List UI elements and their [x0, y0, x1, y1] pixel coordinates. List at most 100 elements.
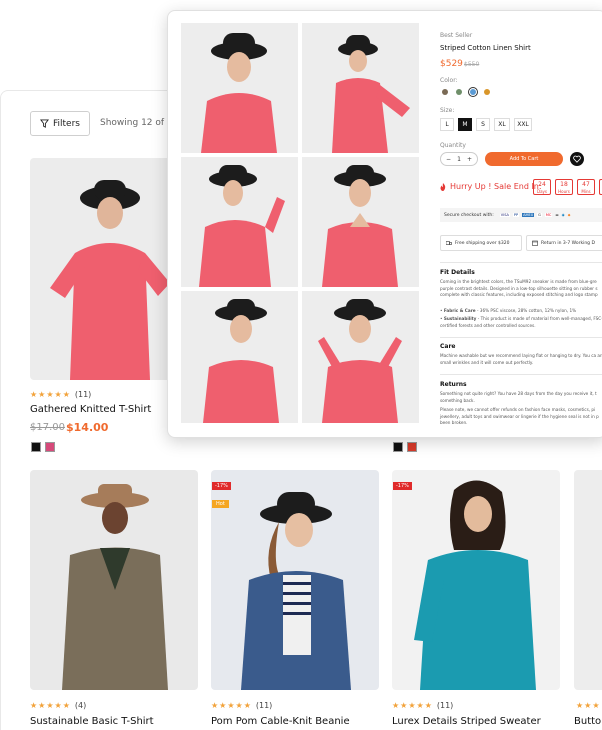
hurry-text: Hurry Up ! Sale End In: — [450, 182, 542, 191]
fit-bullet-sustainability: • Sustainability - This product is made … — [440, 316, 602, 328]
secure-checkout: Secure checkout with: VISA PP AMEX G MC … — [440, 208, 602, 222]
add-to-cart-button[interactable]: Add To Cart — [485, 152, 563, 166]
countdown-days: 24 Days — [533, 179, 551, 195]
color-swatch-1[interactable] — [442, 89, 448, 95]
product-image-5[interactable] — [574, 470, 602, 690]
care-heading: Care — [440, 343, 456, 350]
gallery-image-5[interactable] — [181, 291, 298, 423]
product-name-5[interactable]: Button — [574, 716, 602, 727]
gallery-image-1[interactable] — [181, 23, 298, 153]
returns-text-1: Something not quite right? You have 28 d… — [440, 391, 597, 403]
mastercard-icon: MC — [544, 213, 553, 217]
model-photo — [241, 492, 351, 690]
visa-icon: VISA — [499, 213, 510, 217]
return-box: Return in 3-7 Working D — [526, 235, 602, 251]
fit-details-text: Coming in the brightest colors, the TSuM… — [440, 279, 598, 297]
product-name-2[interactable]: Sustainable Basic T-Shirt — [30, 716, 154, 727]
hurry-banner: Hurry Up ! Sale End In: — [440, 182, 542, 191]
divider — [440, 337, 602, 338]
qty-value: 1 — [457, 155, 461, 163]
product-rating-2: ★★★★★ (4) — [30, 701, 87, 710]
fit-details-heading: Fit Details — [440, 269, 475, 276]
returns-text-2: Please note, we cannot offer refunds on … — [440, 407, 599, 425]
filter-icon — [40, 119, 49, 128]
product-rating-1: ★★★★★ (11) — [30, 390, 92, 399]
gallery-image-6[interactable] — [302, 291, 419, 423]
qty-plus-button[interactable]: + — [467, 156, 472, 163]
filters-label: Filters — [53, 118, 80, 129]
countdown-hours: 18 Hours — [555, 179, 573, 195]
product-rating-3: ★★★★★ (11) — [211, 701, 273, 710]
model-photo — [332, 35, 410, 153]
product-price-1: $14.00 — [66, 421, 109, 434]
product-image-4[interactable] — [392, 470, 560, 690]
model-photo — [62, 484, 168, 690]
gallery-image-4[interactable] — [302, 157, 419, 287]
product-rating-5: ★★★ — [576, 701, 601, 710]
showing-count: Showing 12 of 5 — [100, 118, 173, 128]
color-swatch-2[interactable] — [456, 89, 462, 95]
product-image-3[interactable] — [211, 470, 379, 690]
model-photo — [201, 33, 277, 153]
product-badge: Best Seller — [440, 32, 473, 39]
diners-icon: ◉ — [561, 213, 565, 217]
product-name-4[interactable]: Lurex Details Striped Sweater — [392, 716, 541, 727]
card-icon: ▬ — [555, 213, 559, 217]
swatch-red-2[interactable] — [407, 442, 417, 452]
product-old-price: $550 — [464, 61, 480, 68]
gpay-icon: G — [537, 213, 542, 217]
heart-icon — [573, 155, 581, 163]
qty-minus-button[interactable]: − — [446, 156, 451, 163]
color-swatch-3[interactable] — [468, 87, 478, 97]
product-name-1[interactable]: Gathered Knitted T-Shirt — [30, 404, 151, 415]
product-gallery — [181, 23, 419, 423]
return-text: Return in 3-7 Working D — [541, 240, 595, 246]
secure-text: Secure checkout with: — [444, 212, 494, 218]
free-shipping-box: Free shipping over $320 — [440, 235, 522, 251]
swatch-black-2[interactable] — [393, 442, 403, 452]
color-swatch-4[interactable] — [484, 89, 490, 95]
color-label: Color: — [440, 77, 458, 84]
fit-bullet-fabric: • Fabric & Care - 36% PSC viscose, 28% c… — [440, 308, 577, 313]
truck-icon — [446, 240, 452, 245]
care-text: Machine washable but we recommend laying… — [440, 353, 602, 365]
model-photo — [203, 299, 279, 423]
quantity-stepper[interactable]: − 1 + — [440, 152, 478, 166]
paypal-icon: PP — [512, 213, 520, 217]
fire-icon — [440, 182, 446, 191]
gallery-image-2[interactable] — [302, 23, 419, 153]
wishlist-button[interactable] — [570, 152, 584, 166]
sale-badge: -17% — [212, 482, 231, 490]
product-price: $529 — [440, 59, 463, 69]
size-label: Size: — [440, 107, 455, 114]
color-dot — [470, 89, 476, 95]
sale-badge: -17% — [393, 482, 412, 490]
size-xxl[interactable]: XXL — [514, 118, 532, 131]
product-rating-4: ★★★★★ (11) — [392, 701, 454, 710]
divider — [440, 262, 602, 263]
model-photo — [199, 165, 285, 287]
model-photo — [322, 165, 398, 287]
free-shipping-text: Free shipping over $320 — [455, 240, 510, 246]
product-name-3[interactable]: Pom Pom Cable-Knit Beanie — [211, 716, 350, 727]
swatch-black[interactable] — [31, 442, 41, 452]
gallery-image-3[interactable] — [181, 157, 298, 287]
size-l[interactable]: L — [440, 118, 454, 131]
divider — [440, 374, 602, 375]
model-photo — [414, 480, 536, 690]
swatch-pink[interactable] — [45, 442, 55, 452]
quick-view-modal: Best Seller Striped Cotton Linen Shirt $… — [167, 10, 602, 438]
size-m[interactable]: M — [458, 118, 472, 131]
countdown-mins: 47 Mins — [577, 179, 595, 195]
product-old-price-1: $17.00 — [30, 422, 65, 433]
hot-badge: Hot — [212, 500, 229, 508]
filters-button[interactable]: Filters — [30, 111, 90, 136]
model-photo — [318, 299, 402, 423]
amex-icon: AMEX — [522, 213, 535, 217]
size-xl[interactable]: XL — [494, 118, 510, 131]
product-image-2[interactable] — [30, 470, 198, 690]
product-info-panel: Best Seller Striped Cotton Linen Shirt $… — [440, 11, 602, 437]
returns-heading: Returns — [440, 381, 467, 388]
product-title: Striped Cotton Linen Shirt — [440, 44, 531, 52]
size-s[interactable]: S — [476, 118, 490, 131]
